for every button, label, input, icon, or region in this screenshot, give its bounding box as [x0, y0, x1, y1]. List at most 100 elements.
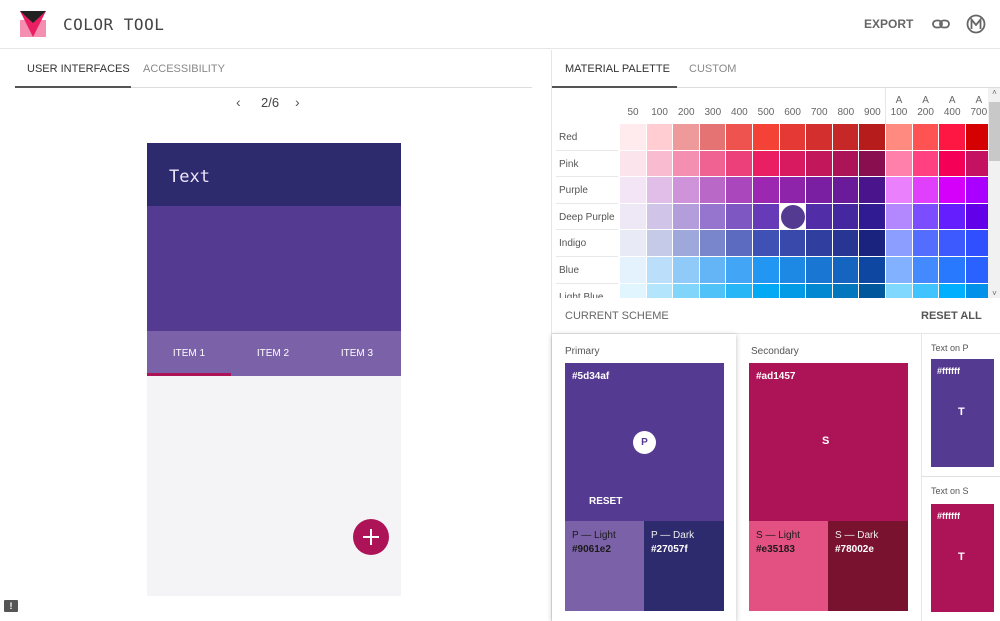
palette-swatch[interactable]	[699, 150, 726, 177]
palette-swatch-selected[interactable]	[779, 203, 806, 230]
chevron-left-icon[interactable]: ‹	[236, 94, 241, 110]
palette-swatch[interactable]	[806, 150, 832, 177]
palette-swatch[interactable]	[832, 150, 859, 177]
palette-swatch[interactable]	[832, 257, 859, 283]
palette-swatch[interactable]	[753, 230, 779, 256]
tab-custom[interactable]: CUSTOM	[689, 50, 736, 88]
palette-swatch[interactable]	[912, 124, 939, 150]
palette-swatch[interactable]	[779, 257, 806, 283]
preview-tab-item-2[interactable]: ITEM 2	[231, 331, 315, 376]
primary-dark-swatch[interactable]: P — Dark #27057f	[644, 521, 724, 611]
palette-swatch[interactable]	[806, 177, 832, 203]
palette-swatch[interactable]	[646, 177, 673, 203]
palette-swatch[interactable]	[939, 257, 965, 283]
palette-swatch[interactable]	[646, 150, 673, 177]
palette-swatch[interactable]	[939, 283, 965, 298]
palette-swatch[interactable]	[699, 203, 726, 230]
text-on-primary-swatch[interactable]: #ffffff T	[931, 359, 994, 467]
primary-reset-button[interactable]: RESET	[589, 496, 622, 507]
palette-swatch[interactable]	[912, 257, 939, 283]
palette-swatch[interactable]	[673, 230, 699, 256]
palette-swatch[interactable]	[673, 150, 699, 177]
palette-swatch[interactable]	[646, 124, 673, 150]
palette-swatch[interactable]	[859, 203, 885, 230]
secondary-light-swatch[interactable]: S — Light #e35183	[749, 521, 828, 611]
tab-material-palette[interactable]: MATERIAL PALETTE	[565, 50, 670, 88]
palette-swatch[interactable]	[726, 124, 752, 150]
palette-swatch[interactable]	[646, 230, 673, 256]
palette-swatch[interactable]	[886, 177, 912, 203]
feedback-icon[interactable]: !	[4, 600, 18, 612]
palette-swatch[interactable]	[832, 177, 859, 203]
palette-swatch[interactable]	[673, 283, 699, 298]
palette-swatch[interactable]	[673, 257, 699, 283]
primary-swatch[interactable]: #5d34af P RESET	[565, 363, 724, 521]
palette-swatch[interactable]	[886, 230, 912, 256]
preview-tab-item-1[interactable]: ITEM 1	[147, 331, 231, 376]
palette-swatch[interactable]	[859, 257, 885, 283]
palette-swatch[interactable]	[832, 283, 859, 298]
palette-swatch[interactable]	[779, 177, 806, 203]
palette-swatch[interactable]	[859, 177, 885, 203]
palette-swatch[interactable]	[726, 203, 752, 230]
palette-swatch[interactable]	[832, 230, 859, 256]
palette-swatch[interactable]	[779, 124, 806, 150]
palette-swatch[interactable]	[753, 150, 779, 177]
palette-swatch[interactable]	[806, 124, 832, 150]
palette-scrollbar[interactable]: ˄ ˅	[988, 88, 1000, 298]
palette-swatch[interactable]	[726, 230, 752, 256]
export-button[interactable]: EXPORT	[864, 17, 913, 31]
palette-swatch[interactable]	[939, 150, 965, 177]
primary-light-swatch[interactable]: P — Light #9061e2	[565, 521, 644, 611]
palette-swatch[interactable]	[726, 257, 752, 283]
palette-swatch[interactable]	[912, 283, 939, 298]
palette-swatch[interactable]	[912, 177, 939, 203]
palette-swatch[interactable]	[620, 257, 646, 283]
preview-tab-item-3[interactable]: ITEM 3	[315, 331, 399, 376]
palette-swatch[interactable]	[886, 203, 912, 230]
palette-swatch[interactable]	[699, 257, 726, 283]
palette-swatch[interactable]	[832, 124, 859, 150]
palette-swatch[interactable]	[886, 150, 912, 177]
preview-fab-plus-icon[interactable]	[353, 519, 389, 555]
palette-swatch[interactable]	[646, 283, 673, 298]
secondary-dark-swatch[interactable]: S — Dark #78002e	[828, 521, 908, 611]
palette-swatch[interactable]	[646, 203, 673, 230]
palette-swatch[interactable]	[726, 177, 752, 203]
scroll-down-icon[interactable]: ˅	[988, 289, 1000, 298]
palette-swatch[interactable]	[806, 203, 832, 230]
palette-swatch[interactable]	[620, 124, 646, 150]
palette-swatch[interactable]	[620, 203, 646, 230]
tab-accessibility[interactable]: ACCESSIBILITY	[143, 50, 225, 88]
palette-swatch[interactable]	[779, 150, 806, 177]
palette-swatch[interactable]	[753, 177, 779, 203]
palette-swatch[interactable]	[620, 283, 646, 298]
palette-swatch[interactable]	[886, 124, 912, 150]
palette-swatch[interactable]	[726, 150, 752, 177]
palette-swatch[interactable]	[620, 230, 646, 256]
palette-swatch[interactable]	[859, 124, 885, 150]
palette-swatch[interactable]	[832, 203, 859, 230]
palette-swatch[interactable]	[806, 283, 832, 298]
palette-swatch[interactable]	[912, 150, 939, 177]
palette-swatch[interactable]	[699, 177, 726, 203]
palette-swatch[interactable]	[806, 257, 832, 283]
palette-swatch[interactable]	[779, 283, 806, 298]
palette-swatch[interactable]	[753, 203, 779, 230]
palette-swatch[interactable]	[726, 283, 752, 298]
palette-swatch[interactable]	[859, 283, 885, 298]
palette-swatch[interactable]	[779, 230, 806, 256]
palette-swatch[interactable]	[859, 150, 885, 177]
scroll-thumb[interactable]	[989, 102, 1000, 161]
palette-swatch[interactable]	[753, 124, 779, 150]
secondary-swatch[interactable]: #ad1457 S	[749, 363, 908, 521]
palette-swatch[interactable]	[939, 124, 965, 150]
palette-swatch[interactable]	[753, 283, 779, 298]
palette-swatch[interactable]	[912, 203, 939, 230]
scroll-up-icon[interactable]: ˄	[988, 88, 1000, 97]
palette-swatch[interactable]	[699, 230, 726, 256]
material-m-icon[interactable]	[966, 14, 986, 34]
palette-swatch[interactable]	[806, 230, 832, 256]
tab-user-interfaces[interactable]: USER INTERFACES	[27, 50, 130, 88]
palette-swatch[interactable]	[886, 257, 912, 283]
